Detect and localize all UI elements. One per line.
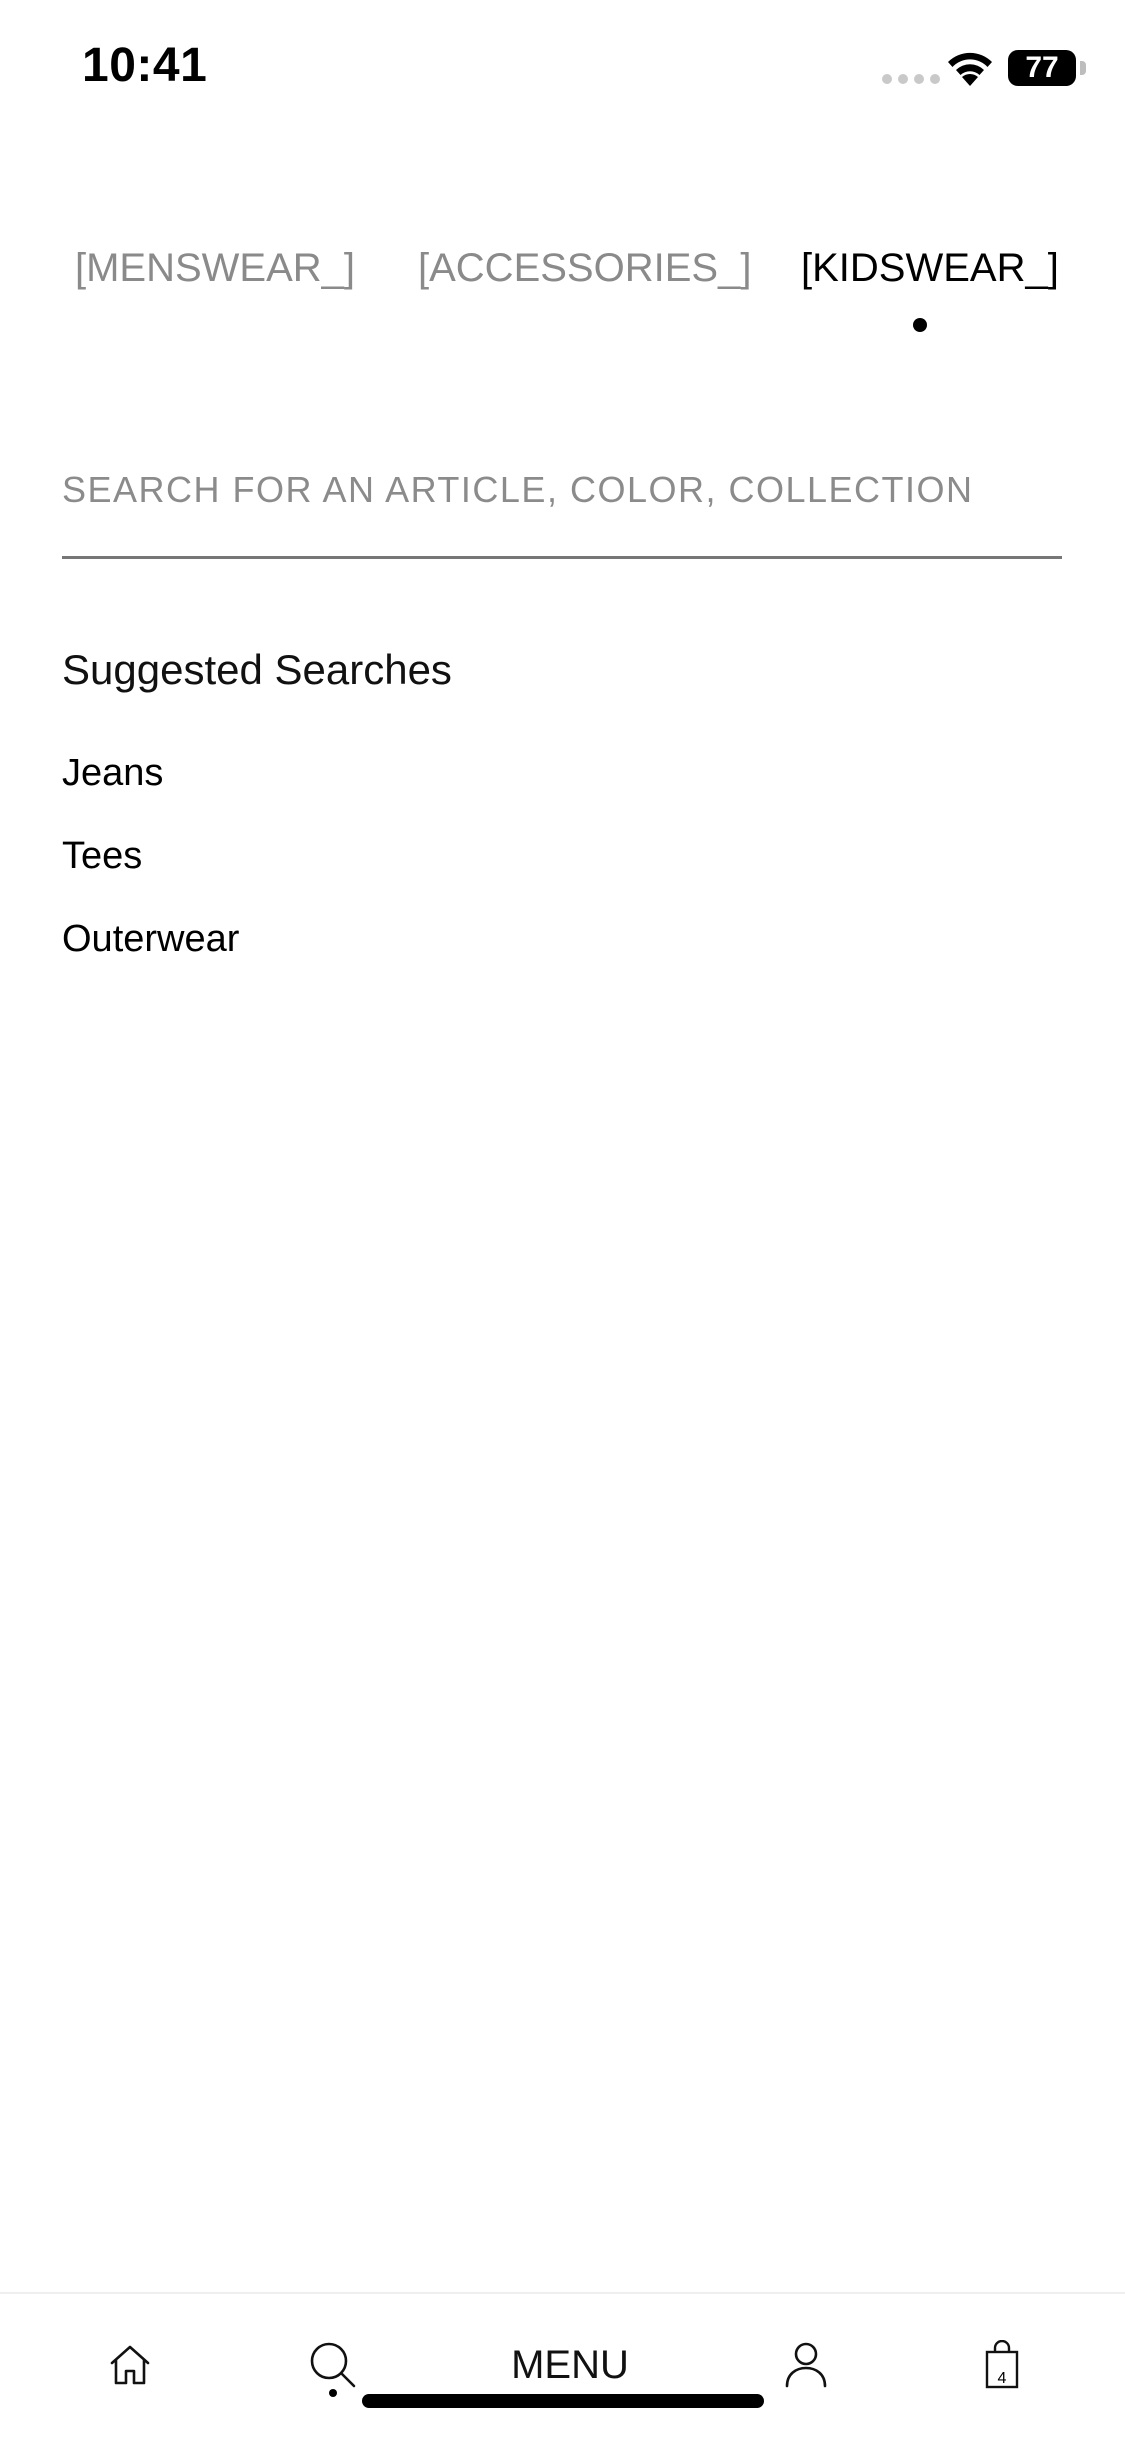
suggested-searches-list: Jeans Tees Outerwear <box>62 748 239 997</box>
tab-menswear[interactable]: [MENSWEAR_] <box>75 246 355 291</box>
shopping-bag-icon: 4 <box>984 2340 1020 2390</box>
suggestion-outerwear[interactable]: Outerwear <box>62 914 239 997</box>
person-icon <box>785 2342 827 2388</box>
status-bar: 10:41 77 <box>0 0 1125 140</box>
search-icon <box>310 2342 356 2388</box>
cellular-signal-icon <box>882 74 940 84</box>
battery-cap <box>1080 61 1086 75</box>
nav-home-button[interactable] <box>100 2330 160 2400</box>
suggestion-jeans[interactable]: Jeans <box>62 748 239 831</box>
bottom-nav: MENU 4 <box>0 2292 1125 2438</box>
home-indicator <box>362 2394 764 2408</box>
wifi-icon <box>948 52 992 86</box>
home-icon <box>110 2345 150 2385</box>
active-nav-indicator <box>329 2389 337 2397</box>
battery-icon: 77 <box>1008 50 1076 86</box>
tab-accessories[interactable]: [ACCESSORIES_] <box>418 246 751 291</box>
search-field <box>62 460 1062 559</box>
search-input[interactable] <box>62 460 1062 520</box>
suggestion-tees[interactable]: Tees <box>62 831 239 914</box>
category-tabs: [MENSWEAR_] [ACCESSORIES_] [KIDSWEAR_] <box>0 246 1125 346</box>
status-time: 10:41 <box>82 39 208 92</box>
bag-count-badge: 4 <box>997 2370 1007 2387</box>
tab-kidswear[interactable]: [KIDSWEAR_] <box>801 246 1059 291</box>
nav-account-button[interactable] <box>776 2330 836 2400</box>
active-tab-indicator <box>913 318 927 332</box>
suggested-searches-title: Suggested Searches <box>62 646 452 693</box>
nav-menu-button[interactable]: MENU <box>500 2330 640 2400</box>
nav-bag-button[interactable]: 4 <box>972 2330 1032 2400</box>
